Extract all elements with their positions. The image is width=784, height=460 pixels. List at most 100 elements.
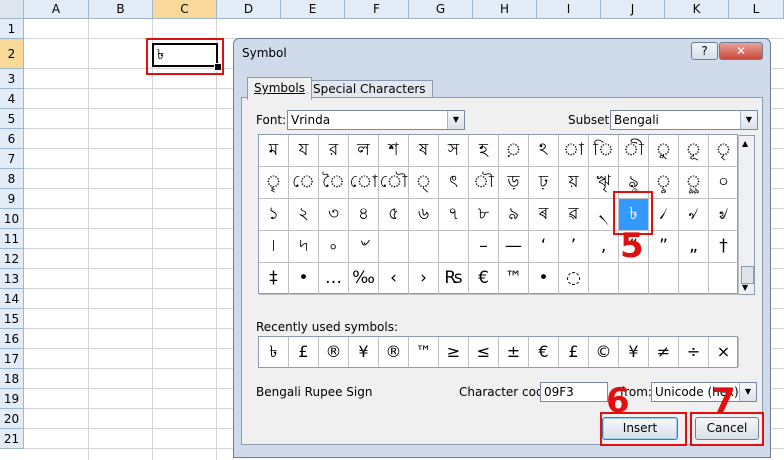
recent-symbol-cell[interactable]: € [529,337,559,367]
symbol-cell[interactable] [379,231,409,263]
symbol-cell[interactable]: ৶ [709,199,739,231]
row-header-8[interactable]: 8 [0,169,24,189]
recent-symbol-cell[interactable]: ≥ [439,337,469,367]
recent-symbol-cell[interactable]: ≠ [649,337,679,367]
symbol-cell[interactable]: ৺ [349,231,379,263]
recent-symbol-cell[interactable]: × [709,337,739,367]
row-header-5[interactable]: 5 [0,109,24,129]
symbol-cell[interactable]: ‡ [259,263,289,295]
symbol-cell[interactable]: ” [649,231,679,263]
symbol-cell[interactable]: ৈ [319,167,349,199]
symbol-cell[interactable]: ় [499,135,529,167]
symbol-cell[interactable]: ল [349,135,379,167]
symbol-grid[interactable]: ম য র ল শ ষ স হ় ঽািীুূৃৄেৈোৌ্ ৎৗ ড় ঢ় য় ৠ ৡৢৣ ০ ১ ২ ৩ ৪ ৫… [258,134,739,295]
recent-symbol-cell[interactable]: ৳ [259,337,289,367]
symbol-cell[interactable]: ৩ [319,199,349,231]
row-header-9[interactable]: 9 [0,189,24,209]
row-header-10[interactable]: 10 [0,209,24,229]
character-code-input[interactable]: 09F3 [540,382,608,402]
recent-symbol-cell[interactable]: ÷ [679,337,709,367]
symbol-cell[interactable]: ূ [679,135,709,167]
column-header-e[interactable]: E [281,0,345,19]
row-header-17[interactable]: 17 [0,349,24,369]
symbol-cell[interactable]: য় [559,167,589,199]
symbol-cell[interactable]: ৬ [409,199,439,231]
symbol-cell[interactable]: ◌ [559,263,589,295]
row-header-20[interactable]: 20 [0,409,24,429]
row-header-1[interactable]: 1 [0,19,24,39]
column-header-f[interactable]: F [345,0,409,19]
symbol-cell[interactable]: ৢ [649,167,679,199]
recent-symbol-cell[interactable]: ¥ [619,337,649,367]
symbol-cell[interactable]: † [709,231,739,263]
symbol-cell[interactable]: ৭ [439,199,469,231]
recent-symbol-cell[interactable]: ≤ [469,337,499,367]
recent-symbol-cell[interactable]: ® [319,337,349,367]
symbol-cell[interactable]: ৹ [319,231,349,263]
symbol-cell[interactable]: „ [679,231,709,263]
symbol-cell[interactable]: — [499,231,529,263]
symbol-cell[interactable] [439,231,469,263]
symbol-cell[interactable]: ৎ [439,167,469,199]
symbol-cell[interactable]: › [409,263,439,295]
symbol-cell[interactable]: ৱ [559,199,589,231]
symbol-cell[interactable]: ো [349,167,379,199]
symbol-cell[interactable]: হ [469,135,499,167]
symbol-cell[interactable]: ঽ [529,135,559,167]
recent-symbol-cell[interactable]: £ [559,337,589,367]
symbol-cell[interactable]: ৣ [679,167,709,199]
symbol-cell[interactable]: ঢ় [529,167,559,199]
symbol-cell[interactable]: শ [379,135,409,167]
column-header-b[interactable]: B [89,0,153,19]
font-select[interactable]: Vrinda ▼ [287,110,465,130]
scroll-thumb[interactable] [741,266,754,284]
symbol-grid-scrollbar[interactable]: ▲ ▼ [738,135,755,295]
symbol-cell[interactable]: ৗ [469,167,499,199]
symbol-cell[interactable]: ৌ [379,167,409,199]
row-header-14[interactable]: 14 [0,289,24,309]
symbol-cell[interactable]: ৷ [259,231,289,263]
symbol-cell[interactable]: ™ [499,263,529,295]
symbol-cell[interactable]: ৪ [349,199,379,231]
column-header-i[interactable]: I [537,0,601,19]
symbol-cell[interactable]: ্ [409,167,439,199]
row-header-12[interactable]: 12 [0,249,24,269]
recent-symbol-cell[interactable]: ¥ [349,337,379,367]
symbol-cell[interactable] [409,231,439,263]
row-header-2[interactable]: 2 [0,39,24,69]
symbol-cell[interactable] [619,263,649,295]
symbol-cell[interactable]: স [439,135,469,167]
row-header-6[interactable]: 6 [0,129,24,149]
column-header-a[interactable]: A [24,0,89,19]
symbol-cell[interactable]: ম [259,135,289,167]
scroll-up-icon[interactable]: ▲ [742,139,748,148]
column-header-j[interactable]: J [601,0,665,19]
symbol-cell[interactable]: € [469,263,499,295]
symbol-cell[interactable]: য [289,135,319,167]
symbol-cell[interactable]: ‚ [589,231,619,263]
symbol-cell[interactable]: ২ [289,199,319,231]
symbol-cell[interactable]: ৰ [529,199,559,231]
fill-handle[interactable] [214,63,222,71]
tab-symbols[interactable]: Symbols [247,77,312,100]
row-header-13[interactable]: 13 [0,269,24,289]
symbol-cell[interactable]: ‹ [379,263,409,295]
recent-symbol-cell[interactable]: ® [379,337,409,367]
symbol-cell[interactable]: ৸ [289,231,319,263]
symbol-cell[interactable]: ৄ [259,167,289,199]
row-header-11[interactable]: 11 [0,229,24,249]
row-header-4[interactable]: 4 [0,89,24,109]
dialog-titlebar[interactable]: Symbol ? ✕ [234,39,770,67]
from-select[interactable]: Unicode (hex) ▼ [651,382,757,402]
column-header-g[interactable]: G [409,0,473,19]
symbol-cell[interactable]: ু [649,135,679,167]
symbol-cell[interactable]: র [319,135,349,167]
row-header-3[interactable]: 3 [0,69,24,89]
row-header-16[interactable]: 16 [0,329,24,349]
column-header-c[interactable]: C [153,0,217,19]
close-button[interactable]: ✕ [719,42,763,60]
symbol-cell[interactable]: ১ [259,199,289,231]
recent-symbol-cell[interactable]: £ [289,337,319,367]
symbol-cell[interactable]: ০ [709,167,739,199]
symbol-cell[interactable] [679,263,709,295]
